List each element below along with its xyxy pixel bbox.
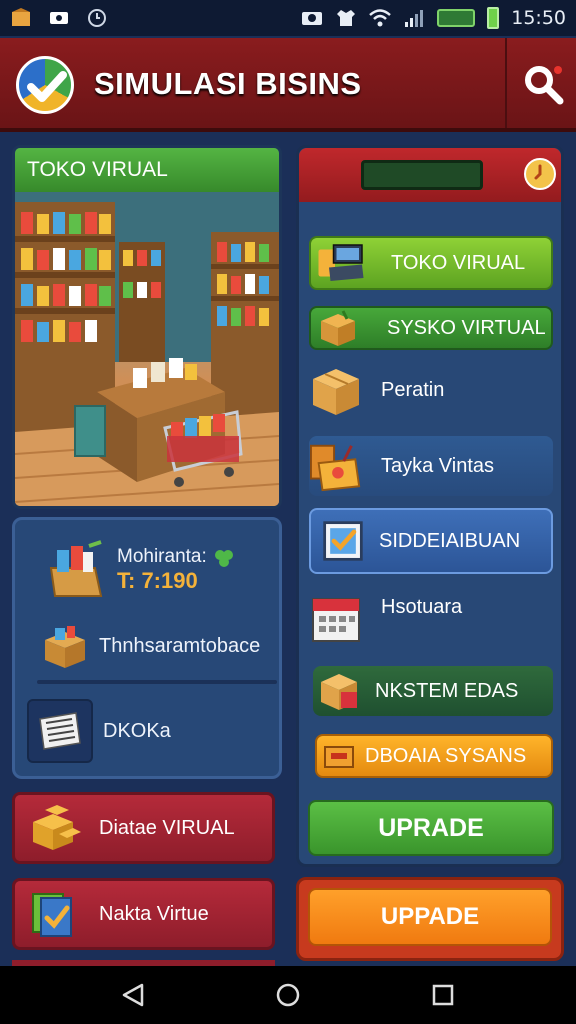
app-title: SIMULASI BISINS xyxy=(94,66,362,101)
photo-notification-icon xyxy=(50,12,68,24)
left-button-1[interactable]: Diatae VIRUAL xyxy=(12,792,275,864)
battery-meter-icon xyxy=(437,9,476,27)
cardboard-box-icon xyxy=(45,626,85,668)
menu-item-toko-virual[interactable]: TOKO VIRUAL xyxy=(309,236,553,290)
stats-divider xyxy=(37,680,277,684)
store-card-title: TOKO VIRUAL xyxy=(15,148,279,192)
checkmark-icon xyxy=(27,71,67,102)
menu-item-label: Tayka Vintas xyxy=(381,454,495,477)
menu-item-sysko-virtual[interactable]: SYSKO VIRTUAL xyxy=(309,306,553,350)
navigation-bar xyxy=(0,966,576,1024)
menu-item-label: DBOAIA SYSANS xyxy=(365,744,527,767)
menu-item-nkstem-edas[interactable]: NKSTEM EDAS xyxy=(313,666,553,716)
app-logo xyxy=(16,56,74,114)
header-divider xyxy=(505,38,507,128)
upgrade-button-green[interactable]: UPRADE xyxy=(308,800,554,856)
menu-item-dboaia-sysans[interactable]: DBOAIA SYSANS xyxy=(315,734,553,778)
shop-interior-image xyxy=(15,192,279,506)
camera-status-icon xyxy=(302,12,323,25)
upgrade-button-orange[interactable]: UPPADE xyxy=(308,888,552,946)
search-icon[interactable] xyxy=(520,60,568,108)
menu-item-hsotuara[interactable]: Hsotuara xyxy=(309,586,553,650)
newspaper-icon xyxy=(39,712,81,750)
report-icon-frame xyxy=(27,699,93,763)
folder-icon xyxy=(317,729,361,783)
upgrade-box: UPPADE xyxy=(296,877,564,961)
package-notification-icon xyxy=(12,8,30,26)
store-card[interactable]: TOKO VIRUAL xyxy=(12,145,282,509)
home-icon[interactable] xyxy=(275,982,301,1008)
back-icon[interactable] xyxy=(120,982,146,1008)
status-time: 15:50 xyxy=(511,7,566,29)
shopping-box-icon xyxy=(49,540,103,597)
left-button-2[interactable]: Nakta Virtue xyxy=(12,878,275,950)
menu-item-label: TOKO VIRUAL xyxy=(391,251,526,274)
report-label: DKOKa xyxy=(103,719,171,742)
money-label: Mohiranta: xyxy=(117,546,207,567)
calendar-icon xyxy=(309,591,363,645)
app-header: SIMULASI BISINS xyxy=(0,38,576,132)
box-icon xyxy=(309,363,363,417)
money-value: T: 7:190 xyxy=(117,568,198,593)
menu-item-label: SYSKO VIRTUAL xyxy=(387,316,546,339)
money-row: Mohiranta: T: 7:190 xyxy=(15,530,279,610)
left-button-2-label: Nakta Virtue xyxy=(99,902,209,925)
battery-icon xyxy=(487,7,500,29)
report-row[interactable]: DKOKa xyxy=(15,698,279,764)
stats-card: Mohiranta: T: 7:190 Thnhsaramtobace DKOK… xyxy=(12,517,282,779)
recent-apps-icon[interactable] xyxy=(430,982,456,1008)
cash-register-icon xyxy=(311,236,365,290)
wifi-icon xyxy=(369,9,392,27)
menu-item-label: Peratin xyxy=(381,378,445,401)
shirt-status-icon xyxy=(337,10,356,26)
menu-panel-top xyxy=(299,148,561,202)
gift-box-icon xyxy=(313,664,367,718)
status-bar: 15:50 xyxy=(0,0,576,36)
inventory-row[interactable]: Thnhsaramtobace xyxy=(15,614,279,678)
signal-icon xyxy=(405,10,424,27)
clover-icon xyxy=(214,550,233,567)
inventory-label: Thnhsaramtobace xyxy=(99,634,261,657)
package-icon xyxy=(311,301,365,355)
menu-item-siddeiaibuan[interactable]: SIDDEIAIBUAN xyxy=(309,508,553,574)
document-check-icon xyxy=(32,893,72,937)
menu-item-peratin[interactable]: Peratin xyxy=(309,360,553,420)
clock-icon[interactable] xyxy=(524,158,556,190)
menu-item-tayka-vintas[interactable]: Tayka Vintas xyxy=(309,436,553,496)
boxes-icon xyxy=(33,805,81,850)
menu-display xyxy=(361,160,483,190)
menu-item-label: SIDDEIAIBUAN xyxy=(379,529,521,552)
open-box-icon xyxy=(309,439,363,493)
clock-notification-icon xyxy=(88,9,106,27)
checklist-icon xyxy=(311,514,365,568)
store-illustration xyxy=(15,192,279,506)
menu-item-label: Hsotuara xyxy=(381,595,463,618)
menu-panel: TOKO VIRUAL SYSKO VIRTUAL Peratin Tayka … xyxy=(296,145,564,867)
left-button-1-label: Diatae VIRUAL xyxy=(99,816,235,839)
menu-item-label: NKSTEM EDAS xyxy=(375,679,519,702)
